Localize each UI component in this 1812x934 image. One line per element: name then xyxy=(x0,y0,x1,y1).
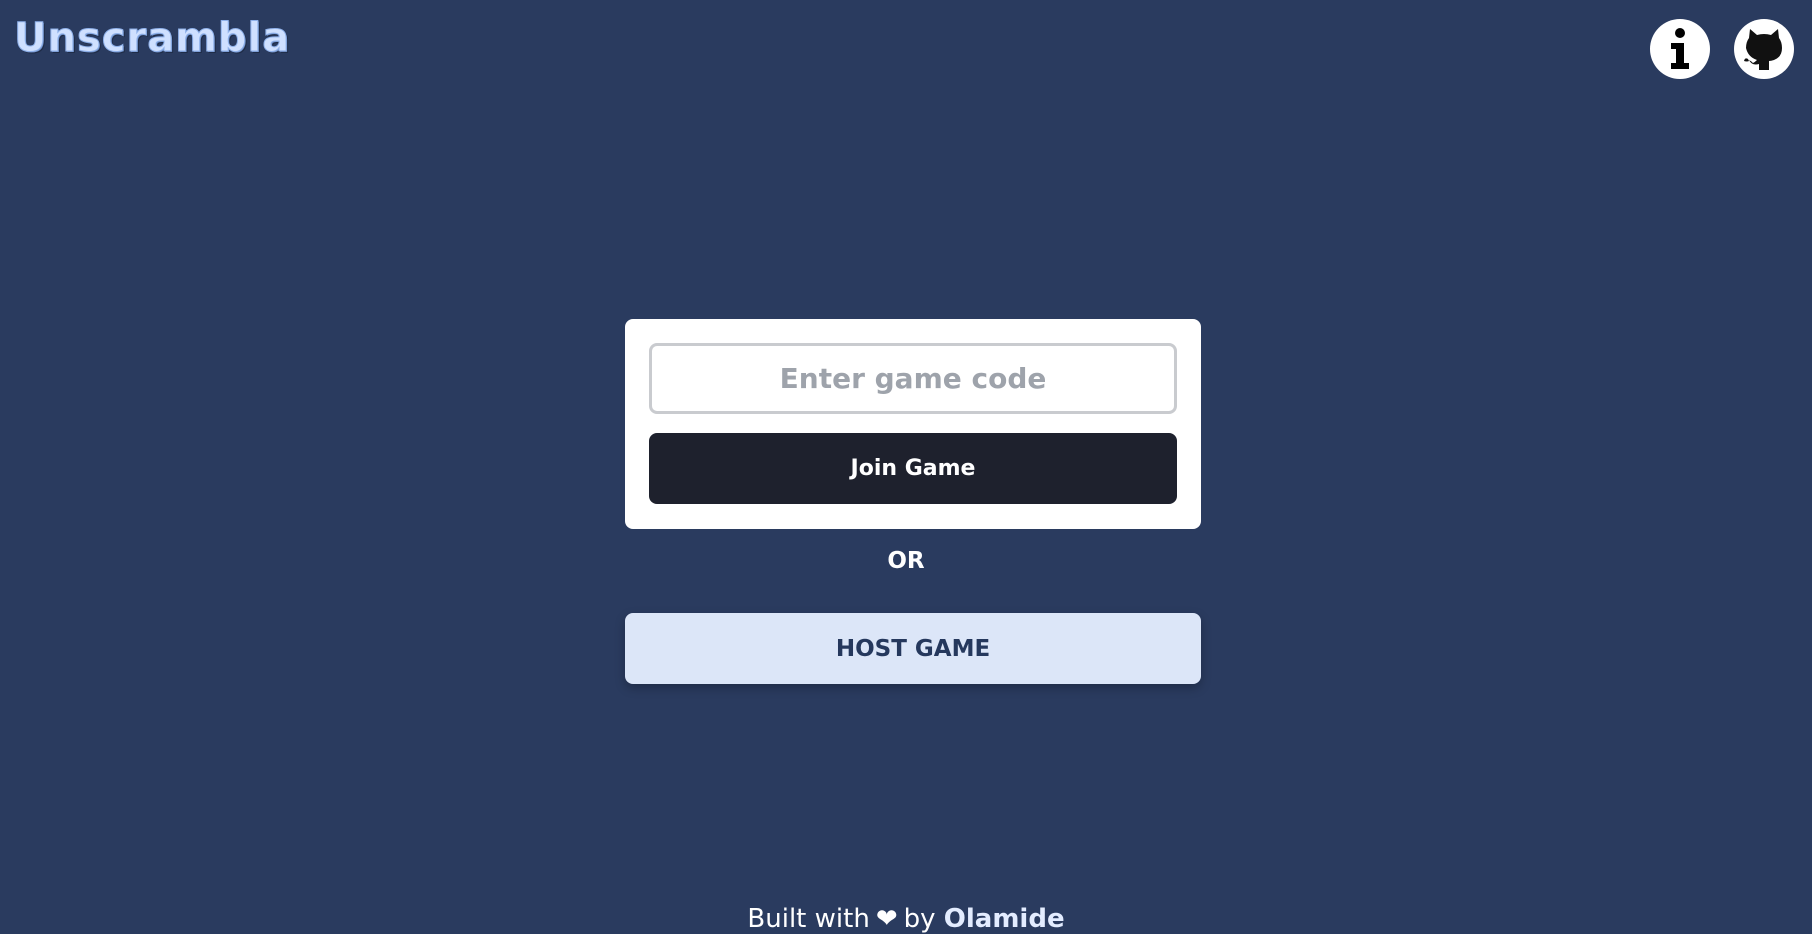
host-game-button[interactable]: HOST GAME xyxy=(625,613,1201,684)
info-icon xyxy=(1671,28,1689,69)
game-code-input[interactable] xyxy=(649,343,1177,414)
info-button[interactable] xyxy=(1650,19,1710,79)
heart-icon: ❤ xyxy=(875,904,898,934)
app-logo: Unscrambla xyxy=(13,15,291,61)
footer: Built with ❤ by Olamide xyxy=(0,904,1812,934)
author-link[interactable]: Olamide xyxy=(944,904,1065,934)
join-game-button[interactable]: Join Game xyxy=(649,433,1177,504)
footer-prefix: Built with xyxy=(747,904,870,934)
github-button[interactable] xyxy=(1734,19,1794,79)
footer-by: by xyxy=(903,904,936,934)
join-card: Join Game xyxy=(625,319,1201,529)
github-icon xyxy=(1744,29,1782,70)
or-separator: OR xyxy=(887,548,925,574)
header-icons xyxy=(1650,19,1794,79)
